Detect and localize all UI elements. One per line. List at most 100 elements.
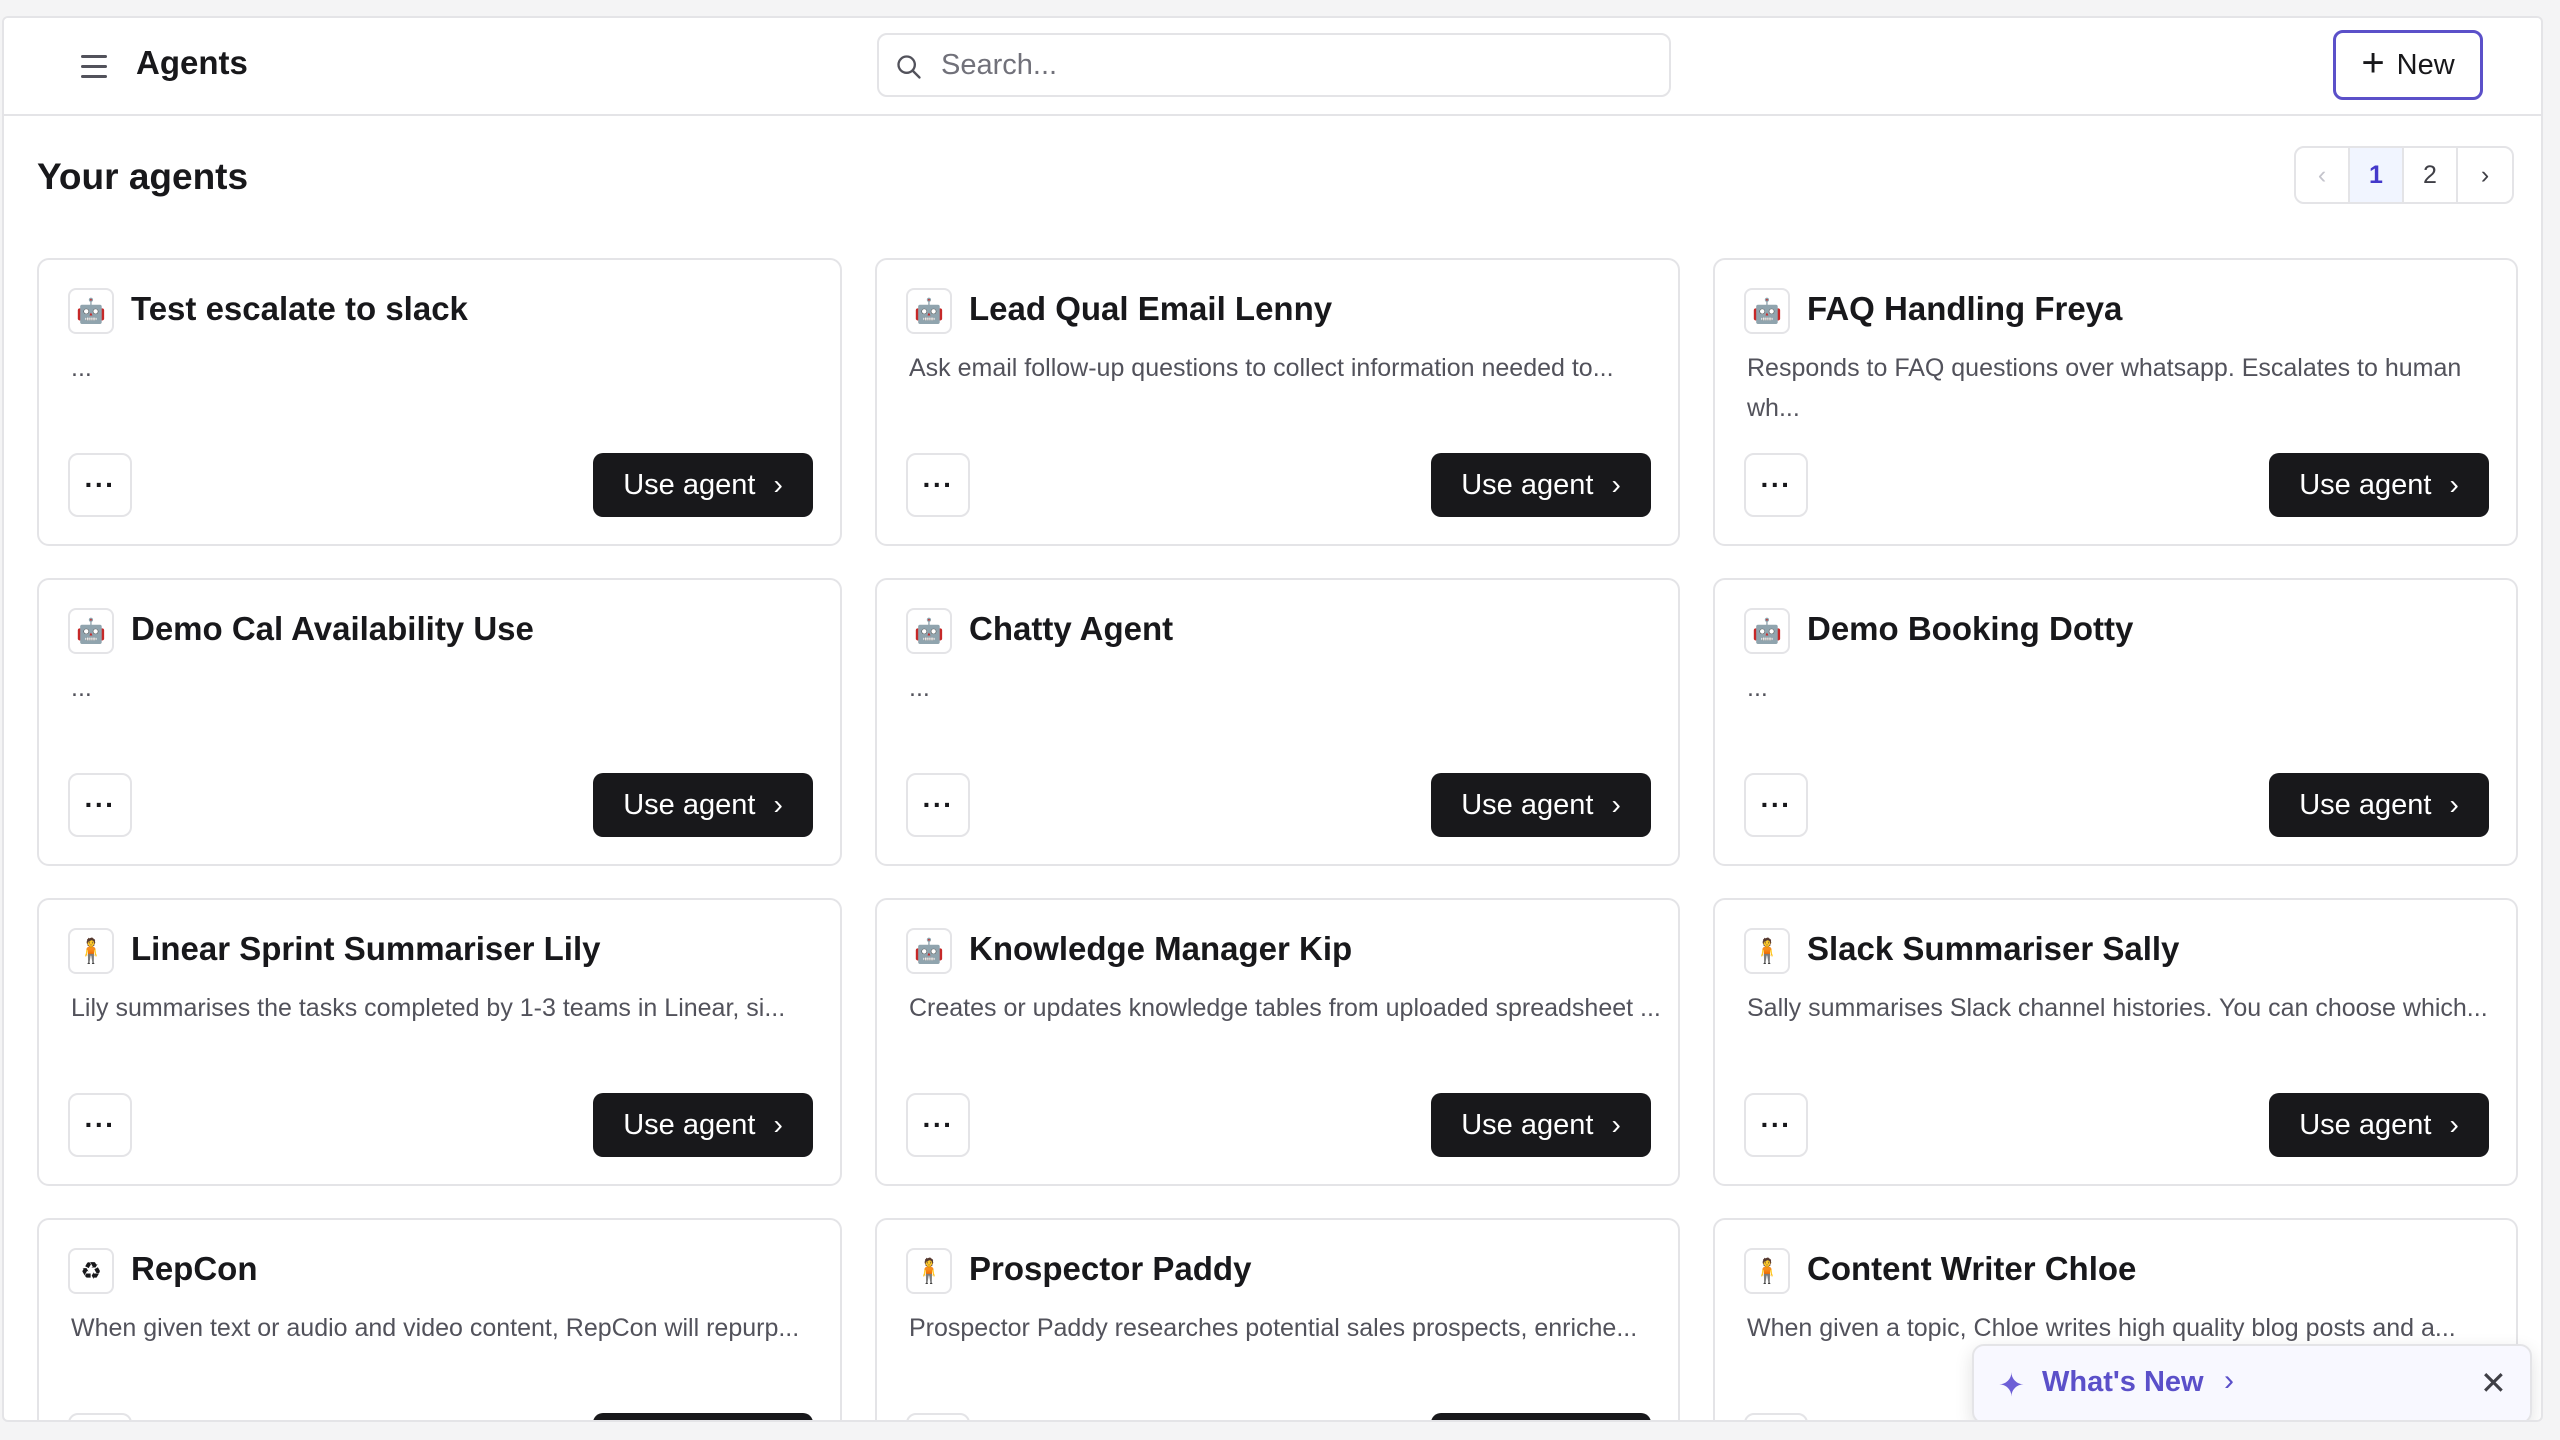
more-options-button[interactable]: ··· bbox=[906, 453, 970, 517]
plus-icon: + bbox=[2361, 41, 2385, 85]
more-options-button[interactable]: ··· bbox=[1744, 773, 1808, 837]
use-agent-label: Use agent bbox=[623, 468, 756, 501]
use-agent-label: Use agent bbox=[1461, 1108, 1594, 1141]
agent-title: Knowledge Manager Kip bbox=[969, 930, 1353, 967]
agent-description: Prospector Paddy researches potential sa… bbox=[909, 1314, 1638, 1342]
agent-description: ... bbox=[909, 674, 930, 702]
use-agent-button[interactable]: Use agent › bbox=[593, 453, 813, 517]
agent-title: Test escalate to slack bbox=[131, 290, 468, 327]
agent-title: Lead Qual Email Lenny bbox=[969, 290, 1333, 327]
search-box[interactable] bbox=[877, 33, 1671, 97]
sparkle-icon: ✦ bbox=[1998, 1367, 2025, 1403]
agent-description: Sally summarises Slack channel histories… bbox=[1747, 994, 2488, 1022]
use-agent-button[interactable]: Use agent› bbox=[593, 1413, 813, 1420]
agent-description: ... bbox=[71, 674, 92, 702]
use-agent-button[interactable]: Use agent › bbox=[1431, 1093, 1651, 1157]
robot-icon: 🤖 bbox=[906, 288, 952, 334]
close-icon[interactable]: ✕ bbox=[2480, 1364, 2507, 1402]
page-button-2[interactable]: 2 bbox=[2404, 148, 2458, 202]
use-agent-button[interactable]: Use agent › bbox=[2269, 1093, 2489, 1157]
more-options-button[interactable]: ··· bbox=[1744, 1413, 1808, 1420]
agent-description: Responds to FAQ questions over whatsapp.… bbox=[1747, 354, 2462, 422]
new-button-label: New bbox=[2396, 48, 2455, 81]
search-icon bbox=[897, 55, 921, 79]
agent-card[interactable]: 🧍 Prospector Paddy Prospector Paddy resear… bbox=[875, 1218, 1680, 1420]
whats-new-link[interactable]: What's New bbox=[2042, 1366, 2204, 1399]
more-options-button[interactable]: ··· bbox=[1744, 453, 1808, 517]
robot-icon: 🤖 bbox=[68, 288, 114, 334]
top-header: Agents + New bbox=[4, 18, 2541, 116]
agent-description: When given text or audio and video conte… bbox=[71, 1314, 800, 1342]
agent-title: FAQ Handling Freya bbox=[1807, 290, 2123, 327]
use-agent-button[interactable]: Use agent› bbox=[1431, 1413, 1651, 1420]
chevron-right-icon: › bbox=[773, 789, 783, 820]
robot-icon: 🤖 bbox=[906, 928, 952, 974]
use-agent-label: Use agent bbox=[623, 788, 756, 821]
next-page-button[interactable]: › bbox=[2458, 148, 2512, 202]
agent-description: Lily summarises the tasks completed by 1… bbox=[71, 994, 786, 1022]
more-options-button[interactable]: ··· bbox=[906, 1093, 970, 1157]
prev-page-button[interactable]: ‹ bbox=[2296, 148, 2350, 202]
use-agent-button[interactable]: Use agent › bbox=[1431, 453, 1651, 517]
chevron-right-icon: › bbox=[1611, 469, 1621, 500]
character-avatar-icon: 🧍 bbox=[1744, 928, 1790, 974]
use-agent-label: Use agent bbox=[1461, 468, 1594, 501]
more-options-button[interactable]: ··· bbox=[906, 773, 970, 837]
agent-card[interactable]: 🤖 Demo Cal Availability Use... ··· Use agen… bbox=[37, 578, 842, 866]
agent-card[interactable]: 🤖 Knowledge Manager Kip Creates or updates… bbox=[875, 898, 1680, 1186]
more-options-button[interactable]: ··· bbox=[68, 1413, 132, 1420]
search-input[interactable] bbox=[941, 35, 1661, 95]
chevron-right-icon: › bbox=[1611, 789, 1621, 820]
use-agent-label: Use agent bbox=[2299, 1108, 2432, 1141]
whats-new-toast[interactable]: ✦ What's New › ✕ bbox=[1972, 1344, 2532, 1420]
agent-card[interactable]: 🤖 Lead Qual Email Lenny Ask email follow-u… bbox=[875, 258, 1680, 546]
chevron-right-icon: › bbox=[2449, 469, 2459, 500]
more-options-button[interactable]: ··· bbox=[68, 453, 132, 517]
use-agent-button[interactable]: Use agent› bbox=[2269, 773, 2489, 837]
agent-description: When given a topic, Chloe writes high qu… bbox=[1747, 1314, 2456, 1342]
agent-title: Linear Sprint Summariser Lily bbox=[131, 930, 601, 967]
agent-card[interactable]: 🤖 FAQ Handling Freya Responds to FAQ quest… bbox=[1713, 258, 2518, 546]
use-agent-button[interactable]: Use agent › bbox=[1431, 773, 1651, 837]
page-button-1[interactable]: 1 bbox=[2350, 148, 2404, 202]
agent-description: ... bbox=[1747, 674, 1768, 702]
page-title: Agents bbox=[136, 44, 248, 81]
robot-icon: 🤖 bbox=[1744, 288, 1790, 334]
chevron-right-icon: › bbox=[2449, 1109, 2459, 1140]
agent-title: Prospector Paddy bbox=[969, 1250, 1252, 1287]
chevron-right-icon: › bbox=[1611, 1109, 1621, 1140]
use-agent-label: Use agent bbox=[623, 1108, 756, 1141]
chevron-right-icon: › bbox=[2224, 1364, 2234, 1397]
agent-title: Demo Cal Availability Use bbox=[131, 610, 534, 647]
agent-card[interactable]: 🧍 Linear Sprint Summariser Lily Lily summa… bbox=[37, 898, 842, 1186]
use-agent-label: Use agent bbox=[1461, 788, 1594, 821]
robot-icon: 🤖 bbox=[68, 608, 114, 654]
more-options-button[interactable]: ··· bbox=[68, 773, 132, 837]
section-title: Your agents bbox=[37, 156, 249, 197]
more-options-button[interactable]: ··· bbox=[68, 1093, 132, 1157]
use-agent-button[interactable]: Use agent › bbox=[593, 773, 813, 837]
chevron-right-icon: › bbox=[2449, 789, 2459, 820]
agent-description: ... bbox=[71, 354, 92, 382]
hamburger-menu-icon[interactable] bbox=[76, 48, 112, 84]
chevron-right-icon: › bbox=[773, 1109, 783, 1140]
robot-icon: 🤖 bbox=[906, 608, 952, 654]
app-window: Agents + New Your agents ‹ 1 2 › 🤖 Test e… bbox=[2, 16, 2543, 1422]
agent-card[interactable]: 🤖 Test escalate to slack... ··· Use agent › bbox=[37, 258, 842, 546]
chevron-right-icon: › bbox=[773, 469, 783, 500]
more-options-button[interactable]: ··· bbox=[906, 1413, 970, 1420]
use-agent-button[interactable]: Use agent› bbox=[2269, 453, 2489, 517]
agent-title: RepCon bbox=[131, 1250, 258, 1287]
recycle-icon: ♻ bbox=[68, 1248, 114, 1294]
agent-title: Demo Booking Dotty bbox=[1807, 610, 2134, 647]
use-agent-button[interactable]: Use agent › bbox=[593, 1093, 813, 1157]
new-agent-button[interactable]: + New bbox=[2333, 30, 2483, 100]
agent-card[interactable]: ♻ RepCon When given text or audio and vide… bbox=[37, 1218, 842, 1420]
agent-card[interactable]: 🤖 Chatty Agent... ··· Use agent › bbox=[875, 578, 1680, 866]
pagination: ‹ 1 2 › bbox=[2294, 146, 2514, 204]
robot-icon: 🤖 bbox=[1744, 608, 1790, 654]
agent-card[interactable]: 🤖 Demo Booking Dotty... ··· Use agent › bbox=[1713, 578, 2518, 866]
agent-card[interactable]: 🧍 Slack Summariser Sally Sally summarises … bbox=[1713, 898, 2518, 1186]
agent-title: Content Writer Chloe bbox=[1807, 1250, 2137, 1287]
more-options-button[interactable]: ··· bbox=[1744, 1093, 1808, 1157]
